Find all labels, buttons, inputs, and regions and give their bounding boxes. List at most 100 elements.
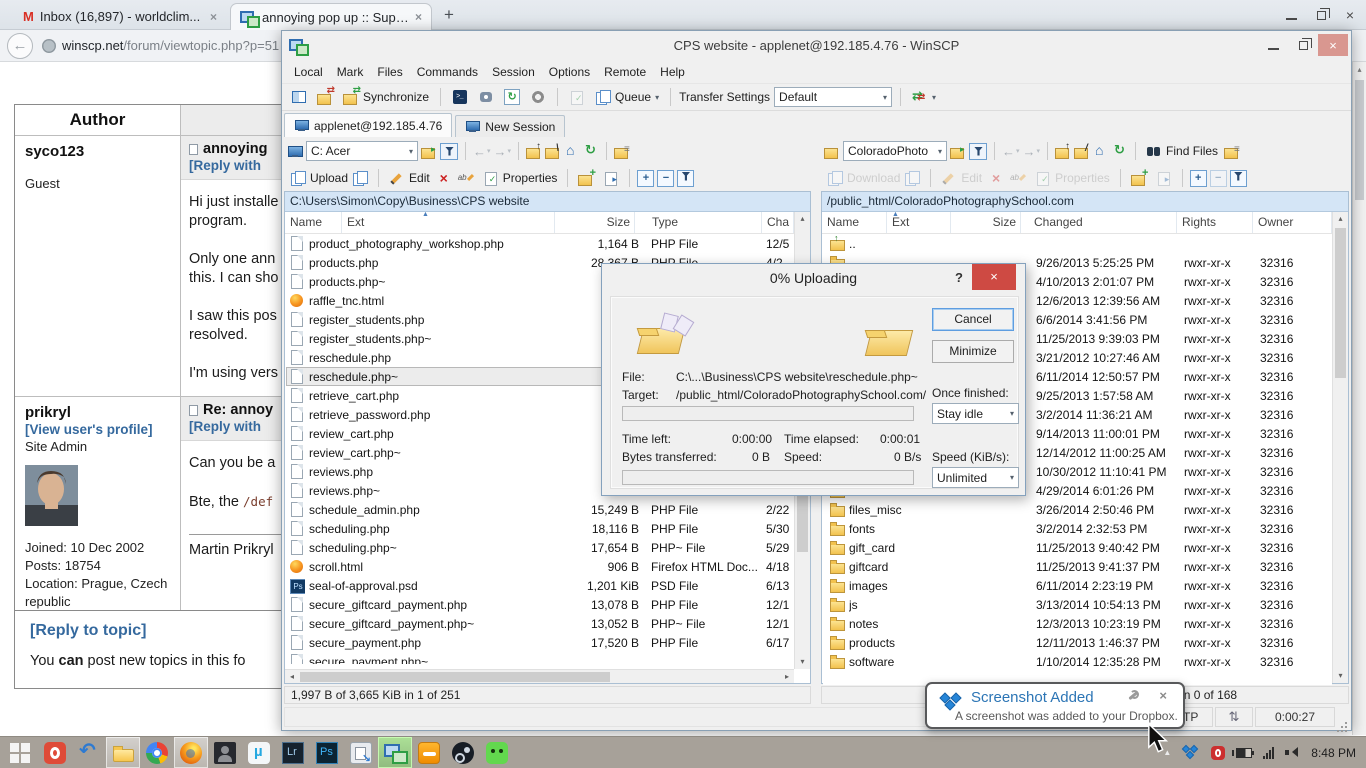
taskbar-app-icon[interactable]: [310, 737, 344, 768]
tray-app-icon[interactable]: [1211, 746, 1225, 760]
menu-item[interactable]: Local: [287, 63, 330, 81]
root-directory-icon[interactable]: [1074, 143, 1090, 159]
file-row[interactable]: products 12/11/2013 1:46:37 PM rwxr-xr-x…: [823, 633, 1332, 652]
unselect-files-icon[interactable]: −: [657, 170, 674, 187]
local-horizontal-scrollbar[interactable]: ◂ ▸: [285, 669, 794, 683]
new-session-tab[interactable]: New Session: [455, 115, 565, 137]
file-row[interactable]: product_photography_workshop.php 1,164 B…: [286, 234, 794, 253]
local-path-bar[interactable]: C:\Users\Simon\Copy\Business\CPS website: [285, 192, 810, 212]
open-directory-icon[interactable]: [421, 143, 437, 159]
close-button[interactable]: ×: [1318, 34, 1348, 56]
selection-filter-icon[interactable]: [1230, 170, 1247, 187]
column-type[interactable]: Type: [647, 212, 762, 233]
taskbar-app-icon[interactable]: [378, 737, 412, 768]
file-row[interactable]: schedule_admin.php 15,249 B PHP File 2/2…: [286, 500, 794, 519]
scroll-left-icon[interactable]: ◂: [285, 670, 299, 683]
menu-item[interactable]: Mark: [330, 63, 371, 81]
taskbar-app-icon[interactable]: [276, 737, 310, 768]
clock[interactable]: 8:48 PM: [1311, 746, 1356, 760]
back-button[interactable]: ←: [7, 33, 33, 59]
menu-item[interactable]: Files: [370, 63, 409, 81]
filter-icon[interactable]: [969, 143, 987, 160]
menu-item[interactable]: Session: [485, 63, 542, 81]
taskbar-app-icon[interactable]: [480, 737, 514, 768]
column-ext[interactable]: Ext: [342, 212, 555, 233]
file-row[interactable]: secure_giftcard_payment.php~ 13,052 B PH…: [286, 614, 794, 633]
maximize-button[interactable]: [1288, 34, 1318, 56]
forward-button[interactable]: →▾: [494, 144, 512, 159]
column-owner[interactable]: Owner: [1253, 212, 1332, 233]
network-signal-icon[interactable]: [1263, 747, 1274, 759]
open-directory-icon[interactable]: [950, 143, 966, 159]
file-row[interactable]: notes 12/3/2013 10:23:19 PM rwxr-xr-x 32…: [823, 614, 1332, 633]
back-button[interactable]: ←▾: [1002, 144, 1020, 159]
new-folder-icon[interactable]: [1128, 169, 1150, 187]
power-icon[interactable]: [1236, 748, 1252, 758]
file-row[interactable]: scheduling.php~ 17,654 B PHP~ File 5/29: [286, 538, 794, 557]
resize-grip[interactable]: [1337, 707, 1349, 727]
help-icon[interactable]: ?: [955, 270, 963, 285]
file-row[interactable]: software 1/10/2014 12:35:28 PM rwxr-xr-x…: [823, 652, 1332, 671]
menu-item[interactable]: Commands: [410, 63, 485, 81]
home-directory-icon[interactable]: [564, 143, 580, 159]
taskbar-app-icon[interactable]: [72, 737, 106, 768]
cancel-button[interactable]: Cancel: [932, 308, 1014, 331]
browser-tab-winscp-forum[interactable]: annoying pop up :: Suppor... ×: [230, 3, 432, 30]
root-directory-icon[interactable]: [545, 143, 561, 159]
file-row[interactable]: images 6/11/2014 2:23:19 PM rwxr-xr-x 32…: [823, 576, 1332, 595]
new-tab-button[interactable]: +: [444, 5, 454, 25]
taskbar-app-icon[interactable]: [208, 737, 242, 768]
taskbar-app-icon[interactable]: [174, 737, 208, 768]
home-directory-icon[interactable]: [1093, 143, 1109, 159]
file-row[interactable]: secure_giftcard_payment.php 13,078 B PHP…: [286, 595, 794, 614]
file-row[interactable]: scroll.html 906 B Firefox HTML Doc... 4/…: [286, 557, 794, 576]
filter-icon[interactable]: [440, 143, 458, 160]
edit-button[interactable]: Edit: [386, 169, 433, 187]
directory-tree-icon[interactable]: [614, 143, 630, 159]
add-bookmark-button[interactable]: [475, 88, 497, 106]
taskbar-app-icon[interactable]: [140, 737, 174, 768]
scroll-up-icon[interactable]: ▴: [1333, 212, 1348, 226]
speed-limit-select[interactable]: Unlimited▾: [932, 467, 1019, 488]
address-bar[interactable]: winscp.net/forum/viewtopic.php?p=51: [62, 38, 279, 53]
console-button[interactable]: [449, 88, 471, 106]
column-changed[interactable]: Cha: [762, 212, 794, 233]
taskbar-app-icon[interactable]: [412, 737, 446, 768]
remote-vertical-scrollbar[interactable]: ▴ ▾: [1332, 212, 1348, 683]
restore-icon[interactable]: [1317, 11, 1326, 20]
scrollbar-thumb[interactable]: [1335, 228, 1346, 378]
taskbar-app-icon[interactable]: [446, 737, 480, 768]
back-button[interactable]: ←▾: [473, 144, 491, 159]
file-row[interactable]: scheduling.php 18,116 B PHP File 5/30: [286, 519, 794, 538]
view-profile-link[interactable]: [View user's profile]: [25, 422, 170, 437]
close-icon[interactable]: ×: [1346, 6, 1354, 24]
dialog-close-button[interactable]: ×: [972, 264, 1016, 290]
notification-settings-icon[interactable]: [1127, 690, 1139, 702]
scroll-right-icon[interactable]: ▸: [780, 670, 794, 683]
parent-directory-icon[interactable]: [1055, 143, 1071, 159]
minimize-icon[interactable]: [1286, 18, 1297, 20]
upload-button[interactable]: Upload: [287, 169, 371, 187]
column-size[interactable]: Size: [555, 212, 635, 233]
scroll-up-icon[interactable]: ▴: [795, 212, 810, 226]
notification-close-icon[interactable]: ×: [1159, 688, 1167, 703]
file-row[interactable]: fonts 3/2/2014 2:32:53 PM rwxr-xr-x 3231…: [823, 519, 1332, 538]
file-row[interactable]: giftcard 11/25/2013 9:41:37 PM rwxr-xr-x…: [823, 557, 1332, 576]
scroll-down-icon[interactable]: ▾: [1333, 669, 1348, 683]
scrollbar-thumb[interactable]: [300, 672, 610, 682]
queue-button[interactable]: Queue▾: [592, 88, 662, 106]
refresh-icon[interactable]: [1112, 143, 1128, 159]
file-row[interactable]: secure_payment.php 17,520 B PHP File 6/1…: [286, 633, 794, 652]
dropbox-notification[interactable]: Screenshot Added A screenshot was added …: [925, 682, 1185, 729]
taskbar-app-icon[interactable]: [106, 737, 140, 768]
file-row[interactable]: ..: [823, 234, 1332, 253]
directory-tree-icon[interactable]: [1224, 143, 1240, 159]
file-row[interactable]: seal-of-approval.psd 1,201 KiB PSD File …: [286, 576, 794, 595]
menu-item[interactable]: Remote: [597, 63, 653, 81]
taskbar-app-icon[interactable]: [242, 737, 276, 768]
volume-icon[interactable]: [1285, 747, 1298, 758]
preferences-icon[interactable]: [527, 88, 549, 106]
preferences-panels-button[interactable]: [288, 88, 310, 106]
minimize-button[interactable]: Minimize: [932, 340, 1014, 363]
file-row[interactable]: js 3/13/2014 10:54:13 PM rwxr-xr-x 32316: [823, 595, 1332, 614]
